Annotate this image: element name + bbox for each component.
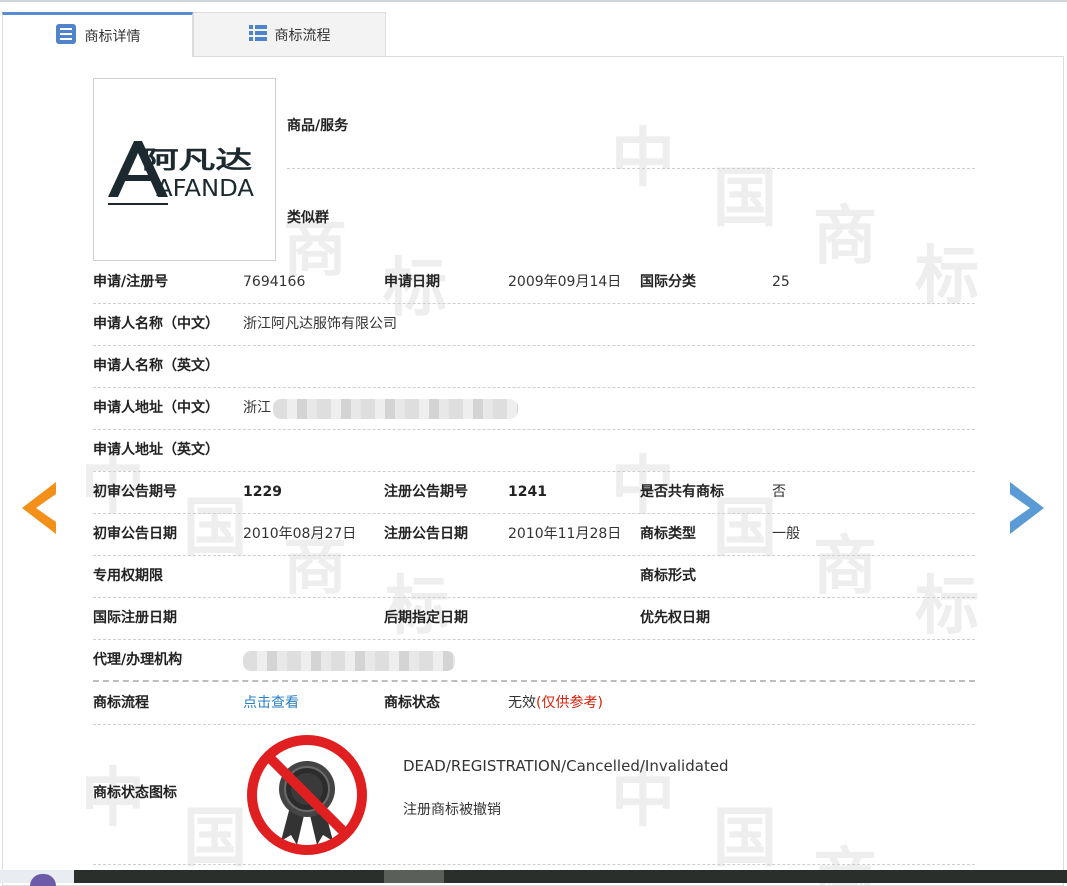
prev-arrow-icon[interactable] xyxy=(22,482,58,534)
trademark-logo: 阿凡达 AFANDA xyxy=(108,141,254,205)
row-publication-date: 初审公告日期 2010年08月27日 注册公告日期 2010年11月28日 商标… xyxy=(93,514,975,556)
details-panel: 中 国 商 标 国 商 标 中 国 商 标 中 国 商 标 中 国 中 国 商 … xyxy=(2,56,1064,886)
reg-pub-date-label: 注册公告日期 xyxy=(384,526,468,542)
watermark-char: 国 xyxy=(713,162,777,236)
tab-label: 商标详情 xyxy=(84,29,141,45)
prelim-pub-date-label: 初审公告日期 xyxy=(93,526,177,542)
row-exclusive-period: 专用权期限 商标形式 xyxy=(93,556,975,598)
top-border xyxy=(0,0,1067,2)
row-dates: 国际注册日期 后期指定日期 优先权日期 xyxy=(93,598,975,640)
row-registration: 申请/注册号 7694166 申请日期 2009年09月14日 国际分类 25 xyxy=(93,262,975,304)
taskbar-strip xyxy=(0,870,1067,886)
shared-value: 否 xyxy=(772,484,786,500)
tab-trademark-process[interactable]: 商标流程 xyxy=(193,12,386,56)
status-label: 商标状态 xyxy=(384,695,440,711)
watermark-char: 中 xyxy=(611,122,675,196)
row-applicant-en: 申请人名称（英文） xyxy=(93,346,975,388)
tm-form-label: 商标形式 xyxy=(640,568,696,584)
intl-class-label: 国际分类 xyxy=(640,274,696,290)
shared-label: 是否共有商标 xyxy=(640,484,724,500)
row-status-icon: 商标状态图标 xyxy=(93,725,975,865)
process-label: 商标流程 xyxy=(93,695,149,711)
status-note: (仅供参考) xyxy=(536,695,603,711)
dead-registration-seal-icon xyxy=(247,735,367,855)
taskbar-segment xyxy=(384,870,444,883)
tm-type-label: 商标类型 xyxy=(640,526,696,542)
similar-group-label: 类似群 xyxy=(287,210,329,226)
goods-services-label: 商品/服务 xyxy=(287,118,349,134)
row-applicant-cn: 申请人名称（中文） 浙江阿凡达服饰有限公司 xyxy=(93,304,975,346)
reg-no-label: 申请/注册号 xyxy=(93,274,169,290)
reg-pub-date-value: 2010年11月28日 xyxy=(508,526,622,542)
redacted-address xyxy=(273,399,518,419)
later-designation-date-label: 后期指定日期 xyxy=(384,610,468,626)
app-date-value: 2009年09月14日 xyxy=(508,274,622,290)
row-address-en: 申请人地址（英文） xyxy=(93,430,975,472)
address-cn-value: 浙江 xyxy=(243,400,271,416)
address-cn-label: 申请人地址（中文） xyxy=(93,400,219,416)
reg-pub-no-value: 1241 xyxy=(508,484,547,500)
tm-type-value: 一般 xyxy=(772,526,800,542)
row-process-status: 商标流程 点击查看 商标状态 无效(仅供参考) xyxy=(93,683,975,725)
list-icon xyxy=(248,24,267,45)
logo-cn-text: 阿凡达 xyxy=(142,146,252,174)
applicant-en-label: 申请人名称（英文） xyxy=(93,358,219,374)
exclusive-period-label: 专用权期限 xyxy=(93,568,163,584)
status-icon-label: 商标状态图标 xyxy=(93,785,177,801)
tab-trademark-details[interactable]: 商标详情 xyxy=(2,12,193,57)
agent-label: 代理/办理机构 xyxy=(93,652,183,668)
prelim-pub-no-value: 1229 xyxy=(243,484,282,500)
next-arrow-icon[interactable] xyxy=(1008,482,1044,534)
intl-reg-date-label: 国际注册日期 xyxy=(93,610,177,626)
status-detail-cn: 注册商标被撤销 xyxy=(403,802,501,818)
reg-no-value: 7694166 xyxy=(243,274,306,290)
status-value: 无效(仅供参考) xyxy=(508,683,603,724)
row-publication-no: 初审公告期号 1229 注册公告期号 1241 是否共有商标 否 xyxy=(93,472,975,514)
view-process-link[interactable]: 点击查看 xyxy=(243,683,299,724)
document-list-icon xyxy=(55,23,77,49)
row-agent: 代理/办理机构 xyxy=(93,640,975,682)
status-text: 无效 xyxy=(508,695,536,711)
watermark-char: 商 xyxy=(813,200,877,274)
logo-en-text: AFANDA xyxy=(156,176,254,202)
tab-bar: 商标详情 商标流程 xyxy=(2,12,1064,57)
intl-class-value: 25 xyxy=(772,274,790,290)
address-en-label: 申请人地址（英文） xyxy=(93,442,219,458)
tab-label: 商标流程 xyxy=(274,27,331,44)
row-address-cn: 申请人地址（中文） 浙江 xyxy=(93,388,975,430)
app-date-label: 申请日期 xyxy=(384,274,440,290)
reg-pub-no-label: 注册公告期号 xyxy=(384,484,468,500)
redacted-agent xyxy=(243,651,455,671)
prelim-pub-date-value: 2010年08月27日 xyxy=(243,526,357,542)
priority-date-label: 优先权日期 xyxy=(640,610,710,626)
prelim-pub-no-label: 初审公告期号 xyxy=(93,484,177,500)
status-detail-en: DEAD/REGISTRATION/Cancelled/Invalidated xyxy=(403,757,729,775)
applicant-cn-label: 申请人名称（中文） xyxy=(93,316,219,332)
divider xyxy=(287,168,975,169)
trademark-image: 阿凡达 AFANDA xyxy=(93,78,276,261)
applicant-cn-value: 浙江阿凡达服饰有限公司 xyxy=(243,316,397,332)
